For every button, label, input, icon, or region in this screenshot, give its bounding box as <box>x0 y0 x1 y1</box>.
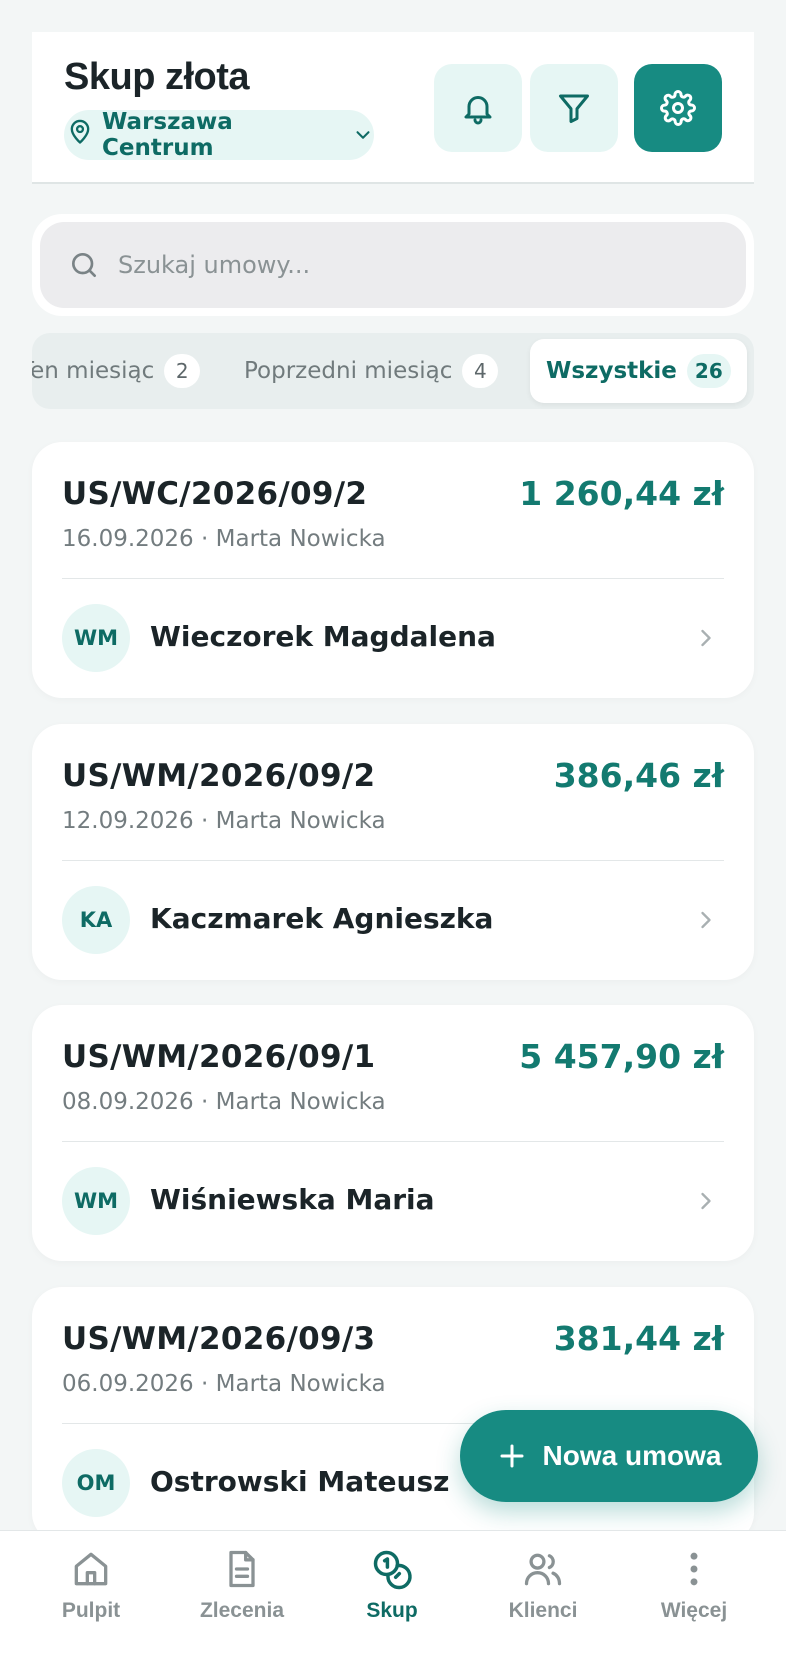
nav-label: Pulpit <box>61 1599 121 1622</box>
contract-number: US/WM/2026/09/2 <box>62 758 376 794</box>
plus-icon <box>497 1441 527 1471</box>
nav-label: Klienci <box>508 1599 578 1622</box>
tab-count-badge: 4 <box>462 354 499 388</box>
card-divider <box>62 1141 724 1142</box>
filter-button[interactable] <box>530 64 618 152</box>
contract-amount: 381,44 zł <box>553 1319 724 1358</box>
nav-item-pulpit[interactable]: Pulpit <box>21 1547 161 1623</box>
tab-this-month[interactable]: Ten miesiąc 2 <box>32 339 201 403</box>
tab-count-badge: 2 <box>164 354 201 388</box>
contract-amount: 1 260,44 zł <box>519 474 724 513</box>
contract-employee: Marta Nowicka <box>215 1371 386 1397</box>
tab-count-badge: 26 <box>686 354 731 388</box>
meta-separator: · <box>193 808 216 834</box>
search-icon <box>68 249 100 281</box>
contract-meta: 16.09.2026 · Marta Nowicka <box>62 526 386 552</box>
tab-label: Ten miesiąc <box>32 358 155 384</box>
app-header: Skup złota Warszawa Centrum <box>32 32 754 184</box>
contract-employee: Marta Nowicka <box>215 1089 386 1115</box>
contract-card[interactable]: US/WM/2026/09/2 386,46 zł 12.09.2026 · M… <box>32 724 754 980</box>
nav-item-skup[interactable]: Skup <box>322 1547 462 1623</box>
search-box[interactable] <box>40 222 746 308</box>
nav-item-wiecej[interactable]: Więcej <box>624 1547 764 1623</box>
tab-previous-month[interactable]: Poprzedni miesiąc 4 <box>244 339 499 403</box>
contract-date: 08.09.2026 <box>62 1089 194 1115</box>
chevron-right-icon <box>701 911 711 929</box>
nav-label: Zlecenia <box>199 1599 285 1622</box>
map-pin-icon <box>66 118 94 152</box>
location-selector[interactable]: Warszawa Centrum <box>64 109 374 161</box>
tab-label: Poprzedni miesiąc <box>244 358 453 384</box>
coins-icon <box>373 1550 412 1590</box>
client-name: Wieczorek Magdalena <box>150 620 496 653</box>
contract-meta: 06.09.2026 · Marta Nowicka <box>62 1371 386 1397</box>
contract-card[interactable]: US/WC/2026/09/2 1 260,44 zł 16.09.2026 ·… <box>32 442 754 698</box>
period-tabs: Ten miesiąc 2 Poprzedni miesiąc 4 Wszyst… <box>32 333 754 409</box>
avatar: KA <box>62 886 130 954</box>
client-name: Kaczmarek Agnieszka <box>150 902 494 935</box>
home-icon <box>74 1552 108 1586</box>
tab-all[interactable]: Wszystkie 26 <box>530 339 747 403</box>
nav-item-klienci[interactable]: Klienci <box>473 1547 613 1623</box>
users-icon <box>524 1553 562 1586</box>
new-contract-label: Nowa umowa <box>542 1440 722 1471</box>
location-label: Warszawa Centrum <box>102 109 233 161</box>
contract-amount: 386,46 zł <box>553 756 724 795</box>
bell-icon <box>460 90 496 126</box>
new-contract-button[interactable]: Nowa umowa <box>460 1410 758 1502</box>
chevron-right-icon <box>701 1192 711 1210</box>
client-name: Wiśniewska Maria <box>150 1183 435 1216</box>
contract-card[interactable]: US/WM/2026/09/1 5 457,90 zł 08.09.2026 ·… <box>32 1005 754 1261</box>
filter-icon <box>556 90 592 126</box>
meta-separator: · <box>193 526 216 552</box>
nav-label: Skup <box>366 1599 418 1622</box>
contract-employee: Marta Nowicka <box>215 526 386 552</box>
avatar: WM <box>62 604 130 672</box>
nav-item-zlecenia[interactable]: Zlecenia <box>172 1547 312 1623</box>
avatar: OM <box>62 1449 130 1517</box>
chevron-down-icon <box>352 124 374 146</box>
avatar: WM <box>62 1167 130 1235</box>
notifications-button[interactable] <box>434 64 522 152</box>
contract-amount: 5 457,90 zł <box>519 1037 724 1076</box>
client-name: Ostrowski Mateusz <box>150 1465 450 1498</box>
tab-label: Wszystkie <box>546 358 677 384</box>
contract-meta: 12.09.2026 · Marta Nowicka <box>62 808 386 834</box>
search-container <box>32 214 754 316</box>
chevron-right-icon <box>701 629 711 647</box>
contract-meta: 08.09.2026 · Marta Nowicka <box>62 1089 386 1115</box>
meta-separator: · <box>193 1089 216 1115</box>
card-divider <box>62 860 724 861</box>
meta-separator: · <box>193 1371 216 1397</box>
contract-number: US/WM/2026/09/1 <box>62 1039 376 1075</box>
contract-date: 06.09.2026 <box>62 1371 194 1397</box>
contract-employee: Marta Nowicka <box>215 808 386 834</box>
gear-icon <box>660 90 696 126</box>
bottom-navigation: Pulpit Zlecenia Skup Klienci Więcej <box>0 1530 786 1656</box>
contract-date: 16.09.2026 <box>62 526 194 552</box>
contract-number: US/WC/2026/09/2 <box>62 476 368 512</box>
page-title: Skup złota <box>64 56 250 98</box>
document-icon <box>229 1550 255 1588</box>
card-divider <box>62 578 724 579</box>
settings-button[interactable] <box>634 64 722 152</box>
more-vertical-icon <box>690 1552 698 1586</box>
search-input[interactable] <box>118 251 618 279</box>
nav-label: Więcej <box>660 1599 728 1622</box>
contract-number: US/WM/2026/09/3 <box>62 1321 376 1357</box>
contract-date: 12.09.2026 <box>62 808 194 834</box>
